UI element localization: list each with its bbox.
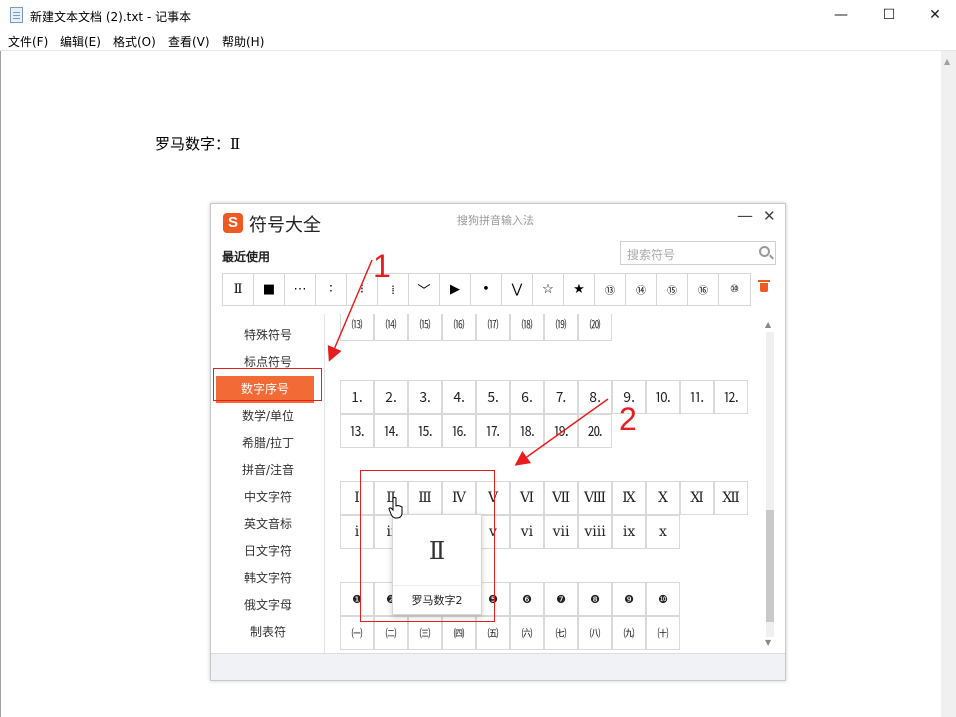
notepad-window: 新建文本文档 (2).txt - 记事本 — ☐ ✕ 文件(F) 编辑(E) 格…	[0, 0, 956, 717]
arrow-1	[327, 259, 373, 362]
annotation-arrows	[327, 259, 609, 466]
arrow-2	[514, 398, 609, 466]
